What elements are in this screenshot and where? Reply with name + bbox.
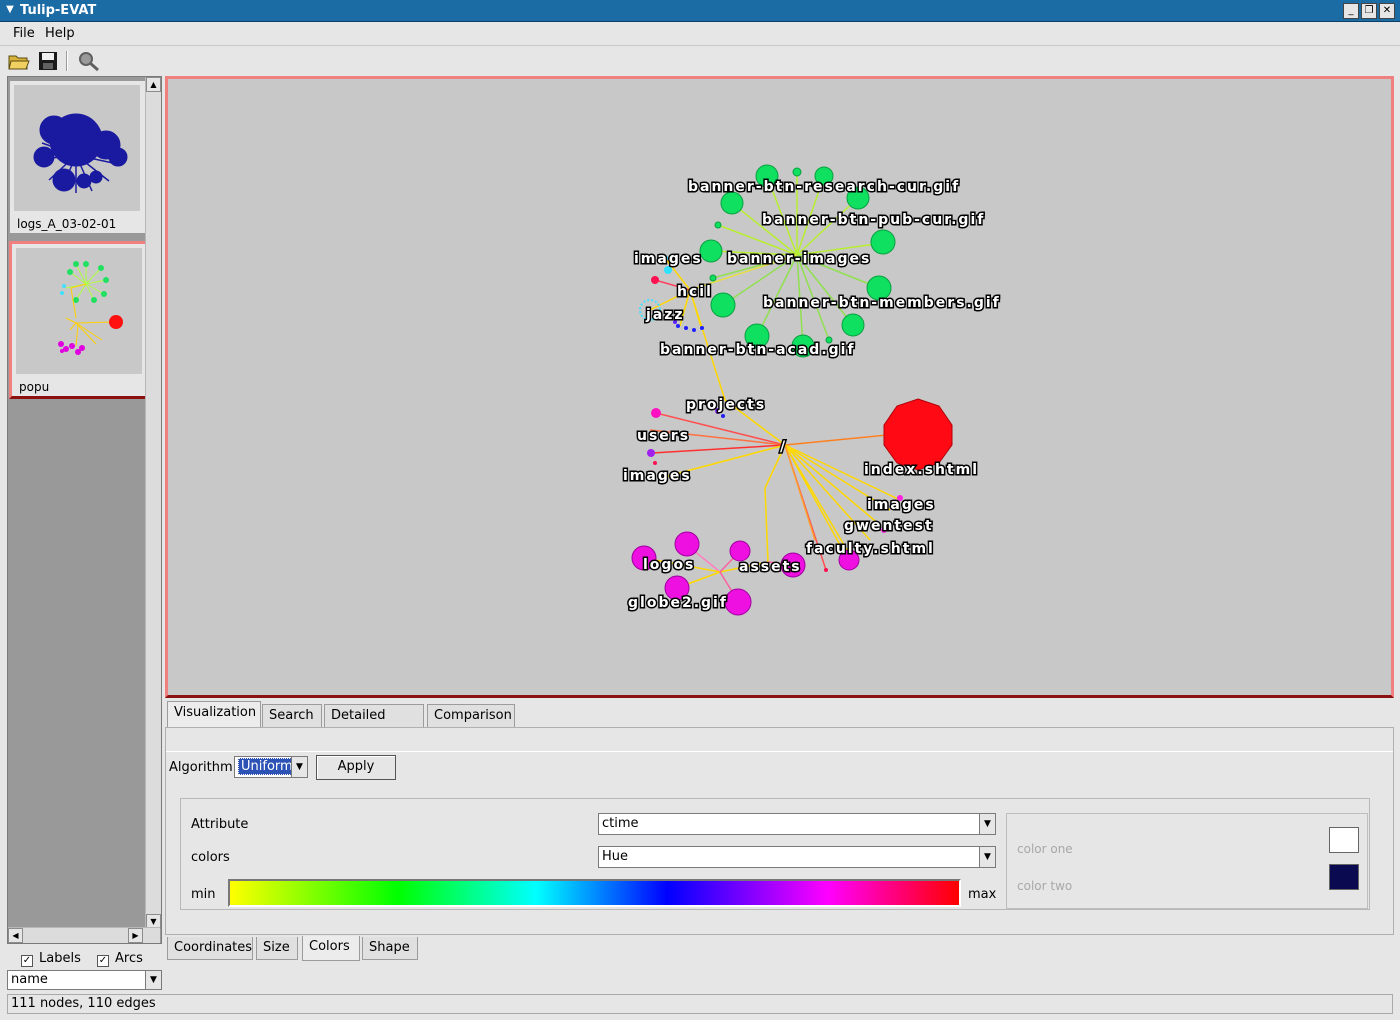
hue-gradient-bar xyxy=(228,879,961,907)
scroll-left-icon[interactable]: ◀ xyxy=(8,928,23,943)
graph-label[interactable]: faculty.shtml xyxy=(805,540,935,559)
graph-label[interactable]: banner-btn-research-cur.gif xyxy=(687,178,960,197)
chevron-down-icon[interactable]: ▼ xyxy=(979,814,995,834)
graph-label[interactable]: images xyxy=(622,467,692,486)
close-icon[interactable]: ✕ xyxy=(1379,3,1395,19)
index-node xyxy=(883,398,953,471)
thumbnail-vertical-scrollbar[interactable]: ▲ ▼ xyxy=(145,77,161,929)
view-tabs: Visualization Search Detailed Data Compa… xyxy=(165,700,1394,745)
graph-label[interactable]: jazz xyxy=(644,306,685,325)
tab-search[interactable]: Search xyxy=(262,704,322,728)
tab-comparison[interactable]: Comparison xyxy=(427,704,515,728)
thumbnail-image xyxy=(14,85,140,211)
folder-open-icon[interactable] xyxy=(7,50,31,72)
graph-label[interactable]: index.shtml xyxy=(863,461,979,480)
algorithm-label: Algorithm xyxy=(169,760,233,775)
attribute-select[interactable]: ctime ▼ xyxy=(598,813,996,835)
graph-label[interactable]: banner-btn-acad.gif xyxy=(659,341,856,360)
graph-label[interactable]: projects xyxy=(685,396,766,415)
title-bar: ▼ Tulip-EVAT _ ❐ ✕ xyxy=(0,0,1400,22)
graph-drawing[interactable]: banner-btn-research-cur.gif banner-btn-p… xyxy=(168,79,1391,695)
arcs-checkbox[interactable]: ✓ Arcs xyxy=(97,951,143,967)
color-two-swatch[interactable] xyxy=(1329,864,1359,890)
scroll-up-icon[interactable]: ▲ xyxy=(146,77,161,92)
color-one-label: color one xyxy=(1017,842,1073,856)
toolbar xyxy=(0,47,1400,75)
algorithm-select[interactable]: Uniform ▼ xyxy=(234,756,308,778)
color-one-swatch[interactable] xyxy=(1329,827,1359,853)
property-tabs: Coordinates Size Colors Shape xyxy=(165,936,1394,962)
color-settings-group: Attribute ctime ▼ colors Hue ▼ min max c… xyxy=(180,798,1370,910)
graph-label[interactable]: banner-btn-pub-cur.gif xyxy=(761,211,985,230)
labels-checkbox[interactable]: ✓ Labels xyxy=(21,951,81,967)
graph-label[interactable]: hcil xyxy=(676,283,713,302)
save-icon[interactable] xyxy=(36,50,60,72)
min-label: min xyxy=(191,887,216,902)
graph-label[interactable]: globe2.gif xyxy=(627,594,728,613)
maximize-icon[interactable]: ❐ xyxy=(1361,3,1377,19)
graph-label[interactable]: banner-btn-members.gif xyxy=(762,294,1001,313)
apply-button[interactable]: Apply xyxy=(316,755,396,780)
graph-label[interactable]: / xyxy=(779,438,787,457)
tab-size[interactable]: Size xyxy=(256,937,298,960)
chevron-down-icon[interactable]: ▼ xyxy=(979,847,995,867)
graph-label[interactable]: banner-images xyxy=(726,250,871,269)
graph-label[interactable]: images xyxy=(633,250,703,269)
color-pair-box: color one color two xyxy=(1006,813,1368,909)
max-label: max xyxy=(968,887,997,902)
chevron-down-icon[interactable]: ▼ xyxy=(145,971,161,989)
thumbnail-horizontal-scrollbar[interactable]: ◀ ▶ xyxy=(8,927,160,943)
menu-help[interactable]: Help xyxy=(45,26,75,41)
tab-colors[interactable]: Colors xyxy=(302,936,360,961)
tab-coordinates[interactable]: Coordinates xyxy=(167,937,253,960)
tab-visualization[interactable]: Visualization xyxy=(167,701,261,728)
graph-canvas[interactable]: banner-btn-research-cur.gif banner-btn-p… xyxy=(165,76,1394,698)
labels-checkbox-label: Labels xyxy=(39,951,81,966)
attribute-value: ctime xyxy=(602,816,639,831)
status-bar: 111 nodes, 110 edges xyxy=(7,994,1393,1014)
menu-bar: File Help xyxy=(0,22,1400,46)
graph-thumbnail[interactable]: logs_A_03-02-01 xyxy=(10,81,146,233)
check-icon[interactable]: ✓ xyxy=(21,955,33,967)
chevron-down-icon[interactable]: ▼ xyxy=(291,757,307,777)
graph-label[interactable]: images xyxy=(866,496,936,515)
minimize-icon[interactable]: _ xyxy=(1343,3,1359,19)
check-icon[interactable]: ✓ xyxy=(97,955,109,967)
thumbnail-label: logs_A_03-02-01 xyxy=(14,215,140,233)
graph-label[interactable]: assets xyxy=(738,558,802,577)
label-property-select[interactable]: name ▼ xyxy=(7,970,162,990)
graph-label[interactable]: gwentest xyxy=(843,517,934,536)
graph-thumbnail-selected[interactable]: popu xyxy=(9,241,148,399)
arcs-checkbox-label: Arcs xyxy=(115,951,143,966)
visualization-panel: Algorithm Uniform ▼ Apply Attribute ctim… xyxy=(165,727,1394,935)
colors-value: Hue xyxy=(602,849,629,864)
window-menu-icon[interactable]: ▼ xyxy=(3,3,17,17)
graph-label[interactable]: users xyxy=(636,427,690,446)
window-title: Tulip-EVAT xyxy=(20,3,97,18)
label-property-value: name xyxy=(11,972,48,987)
graph-list-panel: logs_A_03-02-01 popu ▲ ▼ ◀ ▶ xyxy=(7,76,162,944)
graph-label[interactable]: logos xyxy=(642,556,695,575)
menu-file[interactable]: File xyxy=(13,26,35,41)
colors-select[interactable]: Hue ▼ xyxy=(598,846,996,868)
tab-detailed-data[interactable]: Detailed Data xyxy=(324,704,424,745)
tab-shape[interactable]: Shape xyxy=(362,937,418,960)
panel-strip xyxy=(166,728,1393,752)
thumbnail-image xyxy=(16,248,142,374)
colors-label: colors xyxy=(191,850,230,865)
toolbar-separator xyxy=(66,51,68,71)
magnifier-icon[interactable] xyxy=(77,50,101,72)
scroll-right-icon[interactable]: ▶ xyxy=(128,928,143,943)
algorithm-value: Uniform xyxy=(238,758,296,775)
attribute-label: Attribute xyxy=(191,817,249,832)
color-two-label: color two xyxy=(1017,879,1073,893)
thumbnail-label: popu xyxy=(19,380,50,394)
